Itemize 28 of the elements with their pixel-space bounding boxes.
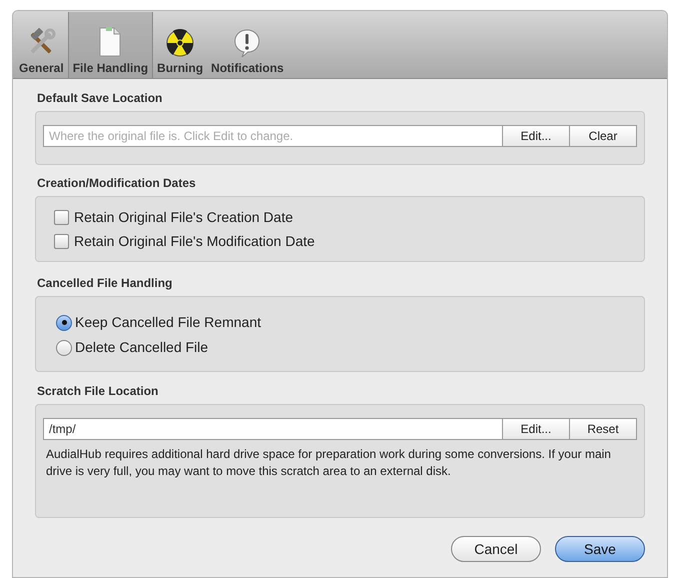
toolbar-tab[interactable]: Notifications [207,12,288,78]
toolbar-tab[interactable]: General [15,12,68,78]
radiation-icon [165,28,196,58]
radio-label: Delete Cancelled File [75,338,208,357]
path-button[interactable]: Reset [569,418,637,440]
toolbar-tab[interactable]: Burning [153,12,208,78]
section-title: Cancelled File Handling [37,275,174,292]
document-icon [97,26,124,58]
toolbar-tab[interactable]: File Handling [68,12,154,78]
checkbox-label: Retain Original File's Creation Date [74,208,293,227]
path-field[interactable]: Where the original file is. Click Edit to change. [43,125,503,147]
save-button[interactable]: Save [555,536,645,562]
checkbox[interactable] [54,234,69,248]
path-field[interactable]: /tmp/ [43,418,503,440]
description-text: AudialHub requires additional hard drive space for preparation work during some conversions. If your main drive is very full, you may want to move this scratch area to an external disk. [46,446,612,480]
radio-label: Keep Cancelled File Remnant [75,313,261,332]
path-button[interactable]: Edit... [502,125,570,147]
cancel-button[interactable]: Cancel [451,536,541,562]
speech-bubble-icon [232,28,262,58]
checkbox[interactable] [54,210,69,224]
radio-button[interactable] [56,340,72,356]
section-title: Default Save Location [37,90,164,107]
section-title: Scratch File Location [37,383,160,400]
checkbox-label: Retain Original File's Modification Date [74,232,315,251]
section-title: Creation/Modification Dates [37,175,197,192]
radio-button[interactable] [56,314,72,330]
path-button[interactable]: Edit... [502,418,570,440]
path-button[interactable]: Clear [569,125,637,147]
